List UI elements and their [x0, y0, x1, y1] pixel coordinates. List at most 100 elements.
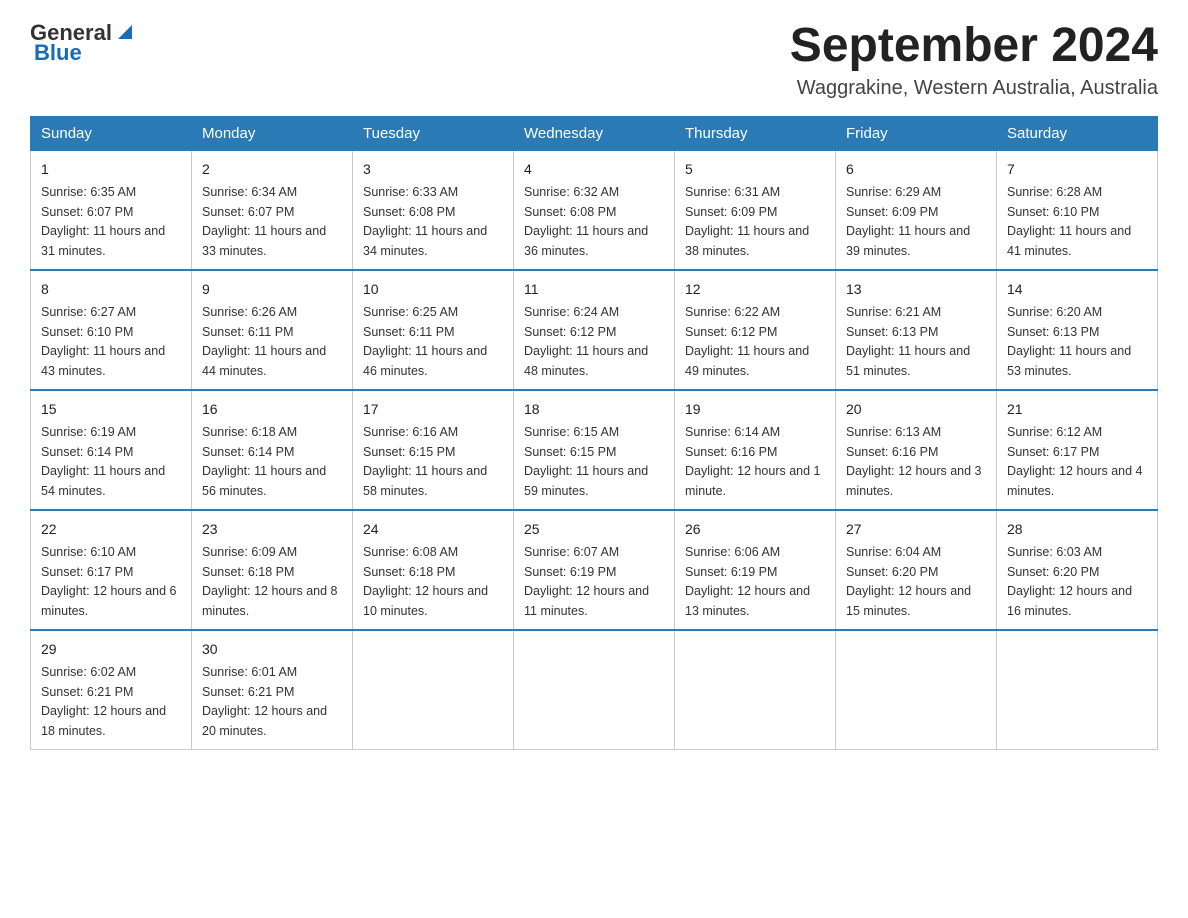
- header-saturday: Saturday: [997, 116, 1158, 150]
- day-number: 29: [41, 639, 181, 660]
- day-number: 25: [524, 519, 664, 540]
- day-number: 4: [524, 159, 664, 180]
- calendar-day-cell: 29 Sunrise: 6:02 AMSunset: 6:21 PMDaylig…: [31, 630, 192, 750]
- day-number: 30: [202, 639, 342, 660]
- calendar-day-cell: 18 Sunrise: 6:15 AMSunset: 6:15 PMDaylig…: [514, 390, 675, 510]
- calendar-day-cell: 26 Sunrise: 6:06 AMSunset: 6:19 PMDaylig…: [675, 510, 836, 630]
- calendar-week-row: 22 Sunrise: 6:10 AMSunset: 6:17 PMDaylig…: [31, 510, 1158, 630]
- header-monday: Monday: [192, 116, 353, 150]
- day-number: 16: [202, 399, 342, 420]
- day-number: 13: [846, 279, 986, 300]
- day-number: 2: [202, 159, 342, 180]
- calendar-table: Sunday Monday Tuesday Wednesday Thursday…: [30, 116, 1158, 750]
- location-subtitle: Waggrakine, Western Australia, Australia: [790, 77, 1158, 100]
- day-number: 3: [363, 159, 503, 180]
- month-title: September 2024: [790, 20, 1158, 73]
- day-number: 28: [1007, 519, 1147, 540]
- weekday-header-row: Sunday Monday Tuesday Wednesday Thursday…: [31, 116, 1158, 150]
- day-number: 21: [1007, 399, 1147, 420]
- calendar-day-cell: 17 Sunrise: 6:16 AMSunset: 6:15 PMDaylig…: [353, 390, 514, 510]
- calendar-day-cell: 7 Sunrise: 6:28 AMSunset: 6:10 PMDayligh…: [997, 150, 1158, 270]
- calendar-day-cell: 5 Sunrise: 6:31 AMSunset: 6:09 PMDayligh…: [675, 150, 836, 270]
- day-info: Sunrise: 6:07 AMSunset: 6:19 PMDaylight:…: [524, 545, 649, 618]
- day-info: Sunrise: 6:33 AMSunset: 6:08 PMDaylight:…: [363, 185, 487, 258]
- day-info: Sunrise: 6:10 AMSunset: 6:17 PMDaylight:…: [41, 545, 177, 618]
- day-info: Sunrise: 6:21 AMSunset: 6:13 PMDaylight:…: [846, 305, 970, 378]
- day-number: 18: [524, 399, 664, 420]
- day-info: Sunrise: 6:31 AMSunset: 6:09 PMDaylight:…: [685, 185, 809, 258]
- day-number: 10: [363, 279, 503, 300]
- calendar-day-cell: [675, 630, 836, 750]
- calendar-day-cell: 21 Sunrise: 6:12 AMSunset: 6:17 PMDaylig…: [997, 390, 1158, 510]
- calendar-day-cell: 23 Sunrise: 6:09 AMSunset: 6:18 PMDaylig…: [192, 510, 353, 630]
- day-info: Sunrise: 6:16 AMSunset: 6:15 PMDaylight:…: [363, 425, 487, 498]
- calendar-day-cell: 12 Sunrise: 6:22 AMSunset: 6:12 PMDaylig…: [675, 270, 836, 390]
- day-info: Sunrise: 6:20 AMSunset: 6:13 PMDaylight:…: [1007, 305, 1131, 378]
- day-info: Sunrise: 6:34 AMSunset: 6:07 PMDaylight:…: [202, 185, 326, 258]
- day-info: Sunrise: 6:32 AMSunset: 6:08 PMDaylight:…: [524, 185, 648, 258]
- day-info: Sunrise: 6:24 AMSunset: 6:12 PMDaylight:…: [524, 305, 648, 378]
- header-friday: Friday: [836, 116, 997, 150]
- day-info: Sunrise: 6:13 AMSunset: 6:16 PMDaylight:…: [846, 425, 982, 498]
- logo: General Blue: [30, 20, 136, 66]
- day-info: Sunrise: 6:18 AMSunset: 6:14 PMDaylight:…: [202, 425, 326, 498]
- day-number: 6: [846, 159, 986, 180]
- day-info: Sunrise: 6:03 AMSunset: 6:20 PMDaylight:…: [1007, 545, 1132, 618]
- day-number: 14: [1007, 279, 1147, 300]
- day-info: Sunrise: 6:15 AMSunset: 6:15 PMDaylight:…: [524, 425, 648, 498]
- day-number: 20: [846, 399, 986, 420]
- day-info: Sunrise: 6:14 AMSunset: 6:16 PMDaylight:…: [685, 425, 821, 498]
- day-number: 22: [41, 519, 181, 540]
- calendar-day-cell: 13 Sunrise: 6:21 AMSunset: 6:13 PMDaylig…: [836, 270, 997, 390]
- calendar-day-cell: 11 Sunrise: 6:24 AMSunset: 6:12 PMDaylig…: [514, 270, 675, 390]
- calendar-day-cell: 8 Sunrise: 6:27 AMSunset: 6:10 PMDayligh…: [31, 270, 192, 390]
- day-info: Sunrise: 6:09 AMSunset: 6:18 PMDaylight:…: [202, 545, 338, 618]
- day-number: 26: [685, 519, 825, 540]
- day-number: 23: [202, 519, 342, 540]
- day-number: 8: [41, 279, 181, 300]
- day-number: 9: [202, 279, 342, 300]
- day-info: Sunrise: 6:26 AMSunset: 6:11 PMDaylight:…: [202, 305, 326, 378]
- calendar-day-cell: 6 Sunrise: 6:29 AMSunset: 6:09 PMDayligh…: [836, 150, 997, 270]
- calendar-day-cell: [514, 630, 675, 750]
- day-info: Sunrise: 6:29 AMSunset: 6:09 PMDaylight:…: [846, 185, 970, 258]
- calendar-day-cell: 3 Sunrise: 6:33 AMSunset: 6:08 PMDayligh…: [353, 150, 514, 270]
- calendar-week-row: 29 Sunrise: 6:02 AMSunset: 6:21 PMDaylig…: [31, 630, 1158, 750]
- calendar-day-cell: [353, 630, 514, 750]
- day-number: 12: [685, 279, 825, 300]
- day-number: 19: [685, 399, 825, 420]
- calendar-day-cell: 16 Sunrise: 6:18 AMSunset: 6:14 PMDaylig…: [192, 390, 353, 510]
- calendar-day-cell: 24 Sunrise: 6:08 AMSunset: 6:18 PMDaylig…: [353, 510, 514, 630]
- header-wednesday: Wednesday: [514, 116, 675, 150]
- header-tuesday: Tuesday: [353, 116, 514, 150]
- day-info: Sunrise: 6:06 AMSunset: 6:19 PMDaylight:…: [685, 545, 810, 618]
- calendar-day-cell: [836, 630, 997, 750]
- calendar-day-cell: 15 Sunrise: 6:19 AMSunset: 6:14 PMDaylig…: [31, 390, 192, 510]
- calendar-day-cell: 27 Sunrise: 6:04 AMSunset: 6:20 PMDaylig…: [836, 510, 997, 630]
- day-number: 15: [41, 399, 181, 420]
- calendar-day-cell: 1 Sunrise: 6:35 AMSunset: 6:07 PMDayligh…: [31, 150, 192, 270]
- day-info: Sunrise: 6:01 AMSunset: 6:21 PMDaylight:…: [202, 665, 327, 738]
- header-thursday: Thursday: [675, 116, 836, 150]
- day-info: Sunrise: 6:25 AMSunset: 6:11 PMDaylight:…: [363, 305, 487, 378]
- page-header: General Blue September 2024 Waggrakine, …: [30, 20, 1158, 100]
- day-info: Sunrise: 6:35 AMSunset: 6:07 PMDaylight:…: [41, 185, 165, 258]
- day-number: 24: [363, 519, 503, 540]
- day-info: Sunrise: 6:27 AMSunset: 6:10 PMDaylight:…: [41, 305, 165, 378]
- day-number: 5: [685, 159, 825, 180]
- day-info: Sunrise: 6:19 AMSunset: 6:14 PMDaylight:…: [41, 425, 165, 498]
- calendar-day-cell: 14 Sunrise: 6:20 AMSunset: 6:13 PMDaylig…: [997, 270, 1158, 390]
- calendar-day-cell: 20 Sunrise: 6:13 AMSunset: 6:16 PMDaylig…: [836, 390, 997, 510]
- calendar-week-row: 8 Sunrise: 6:27 AMSunset: 6:10 PMDayligh…: [31, 270, 1158, 390]
- day-info: Sunrise: 6:12 AMSunset: 6:17 PMDaylight:…: [1007, 425, 1143, 498]
- calendar-day-cell: 19 Sunrise: 6:14 AMSunset: 6:16 PMDaylig…: [675, 390, 836, 510]
- calendar-week-row: 15 Sunrise: 6:19 AMSunset: 6:14 PMDaylig…: [31, 390, 1158, 510]
- header-sunday: Sunday: [31, 116, 192, 150]
- calendar-day-cell: 22 Sunrise: 6:10 AMSunset: 6:17 PMDaylig…: [31, 510, 192, 630]
- calendar-day-cell: 30 Sunrise: 6:01 AMSunset: 6:21 PMDaylig…: [192, 630, 353, 750]
- day-info: Sunrise: 6:28 AMSunset: 6:10 PMDaylight:…: [1007, 185, 1131, 258]
- day-number: 17: [363, 399, 503, 420]
- calendar-day-cell: 9 Sunrise: 6:26 AMSunset: 6:11 PMDayligh…: [192, 270, 353, 390]
- day-number: 1: [41, 159, 181, 180]
- title-area: September 2024 Waggrakine, Western Austr…: [790, 20, 1158, 100]
